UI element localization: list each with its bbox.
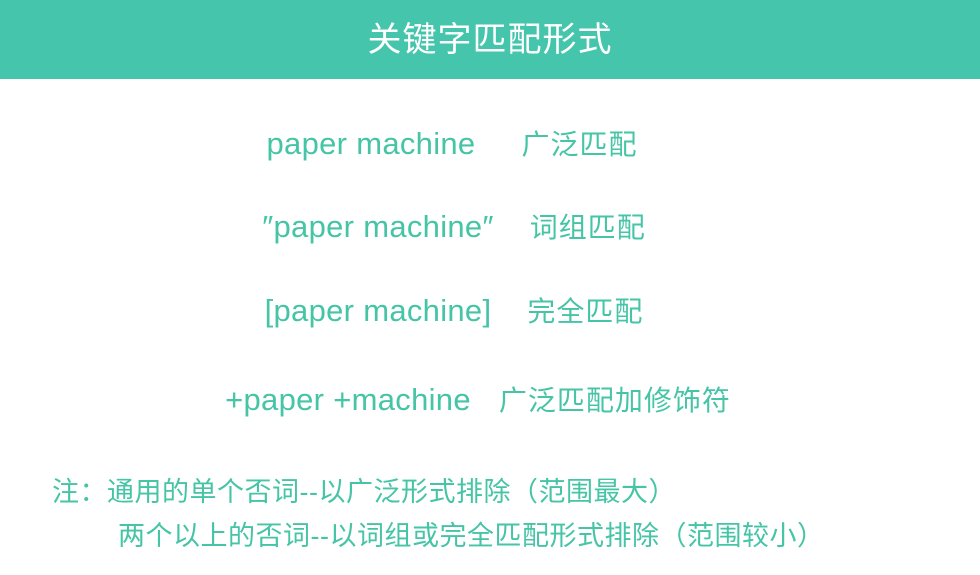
page-title: 关键字匹配形式 [367,20,613,59]
match-meaning-exact: 完全匹配 [527,295,644,327]
match-type-row: paper machine 广泛匹配 [0,119,980,167]
slide-root: 关键字匹配形式 paper machine 广泛匹配 ″paper machin… [0,0,980,575]
match-meaning-broad: 广泛匹配 [521,128,638,160]
match-syntax-modified-broad: +paper +machine [225,381,471,417]
match-type-row: ″paper machine″ 词组匹配 [0,202,980,250]
match-type-row: +paper +machine 广泛匹配加修饰符 [0,375,980,423]
match-meaning-phrase: 词组匹配 [529,211,646,243]
match-syntax-broad: paper machine [266,125,476,161]
note-line-multi-negative: 两个以上的否词--以词组或完全匹配形式排除（范围较小） [118,521,825,551]
header-band: 关键字匹配形式 [0,0,980,79]
match-type-row: [paper machine] 完全匹配 [0,286,980,334]
match-syntax-exact: [paper machine] [264,292,492,328]
match-meaning-modified-broad: 广泛匹配加修饰符 [498,384,731,416]
note-block: 注：通用的单个否词--以广泛形式排除（范围最大） 两个以上的否词--以词组或完全… [52,470,952,558]
match-syntax-phrase: ″paper machine″ [262,208,494,244]
match-type-list: paper machine 广泛匹配 ″paper machine″ 词组匹配 … [0,79,980,439]
note-line-single-negative: 注：通用的单个否词--以广泛形式排除（范围最大） [52,477,676,507]
